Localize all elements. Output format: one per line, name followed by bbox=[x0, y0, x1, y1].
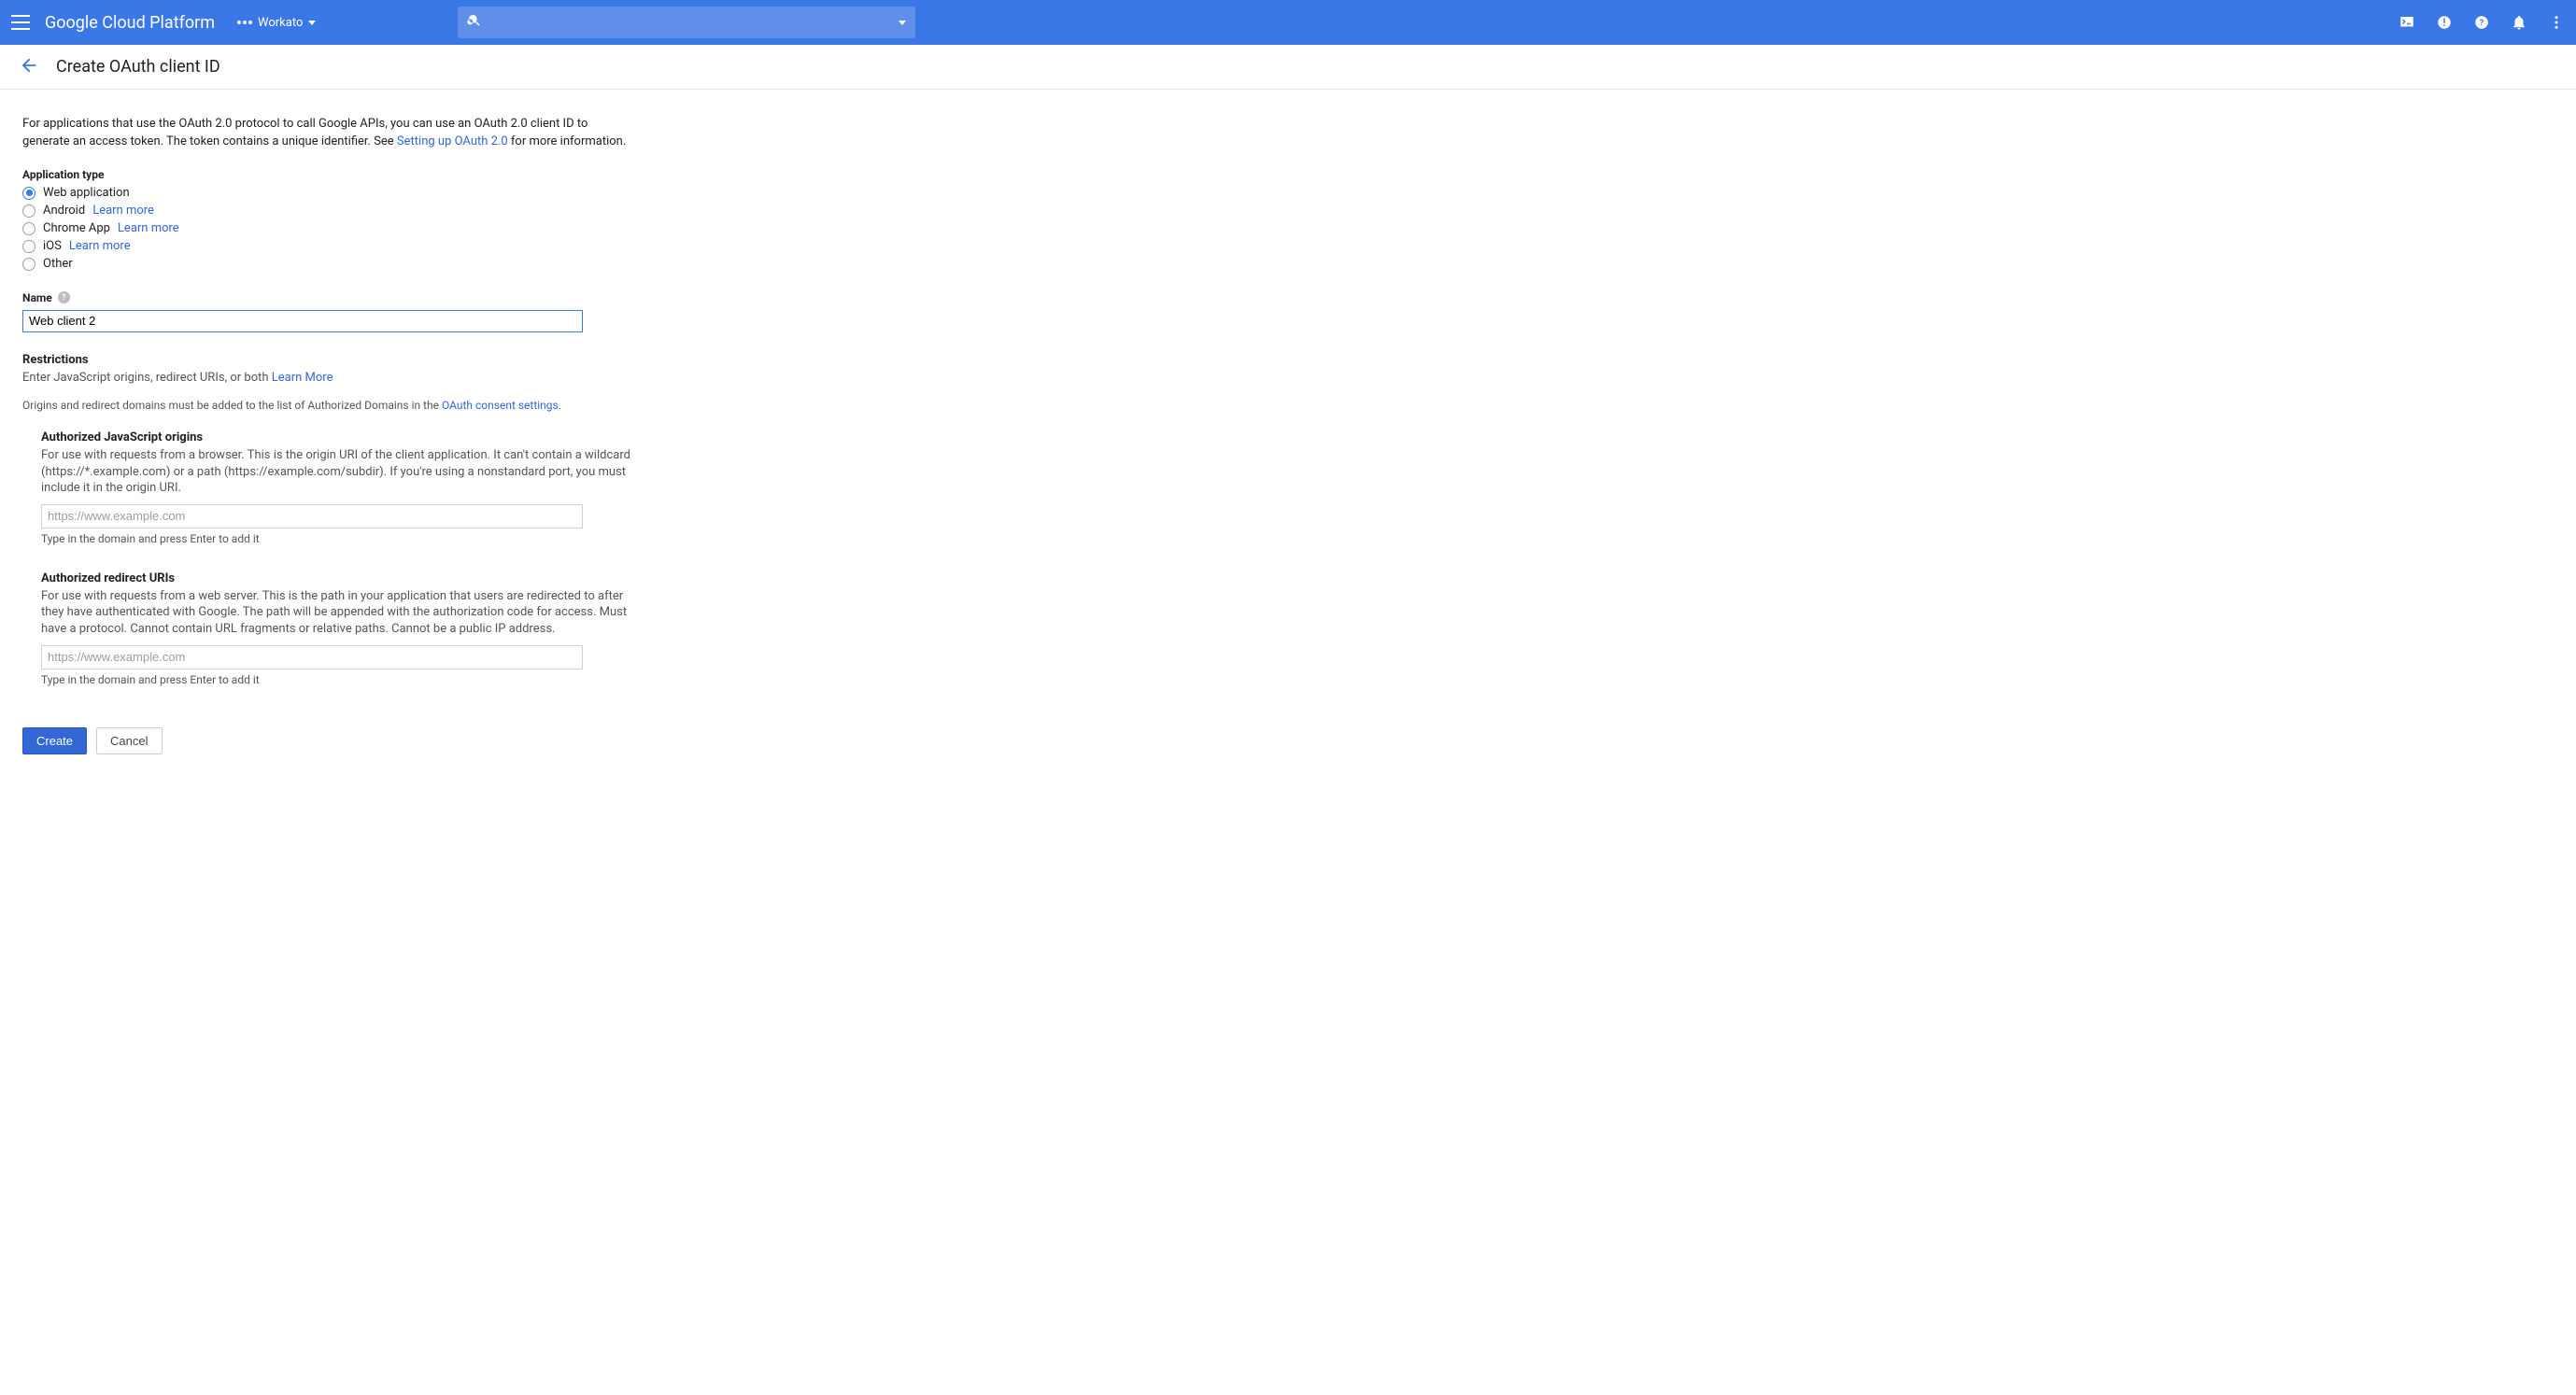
name-label-row: Name ? bbox=[22, 291, 631, 304]
radio-label: Web application bbox=[43, 185, 130, 202]
project-icon bbox=[237, 21, 252, 24]
radio-label: Other bbox=[43, 256, 73, 273]
redirect-uris-heading: Authorized redirect URIs bbox=[41, 571, 631, 585]
js-origins-section: Authorized JavaScript origins For use wi… bbox=[41, 430, 631, 545]
redirect-uris-input[interactable] bbox=[41, 645, 583, 669]
learn-more-android[interactable]: Learn more bbox=[92, 203, 154, 219]
create-button[interactable]: Create bbox=[22, 727, 87, 754]
menu-icon[interactable] bbox=[11, 15, 30, 30]
application-type-label: Application type bbox=[22, 168, 631, 181]
radio-label: iOS bbox=[43, 238, 62, 255]
project-name: Workato bbox=[258, 16, 303, 30]
project-picker[interactable]: Workato bbox=[237, 16, 316, 30]
name-label: Name bbox=[22, 291, 52, 304]
page-title: Create OAuth client ID bbox=[56, 57, 220, 77]
cancel-button[interactable]: Cancel bbox=[96, 727, 162, 754]
radio-other[interactable]: Other bbox=[22, 256, 631, 273]
js-origins-heading: Authorized JavaScript origins bbox=[41, 430, 631, 444]
radio-web-application[interactable]: Web application bbox=[22, 185, 631, 202]
application-type-radios: Web application Android Learn more Chrom… bbox=[22, 185, 631, 273]
more-icon[interactable] bbox=[2548, 14, 2565, 31]
radio-ios[interactable]: iOS Learn more bbox=[22, 238, 631, 255]
radio-icon[interactable] bbox=[22, 187, 35, 200]
notifications-icon[interactable] bbox=[2511, 14, 2527, 31]
intro-suffix: for more information. bbox=[508, 134, 627, 148]
radio-label: Android bbox=[43, 203, 85, 219]
restrictions-p2-text: Origins and redirect domains must be add… bbox=[22, 399, 442, 412]
js-origins-desc: For use with requests from a browser. Th… bbox=[41, 447, 631, 497]
chevron-down-icon[interactable] bbox=[899, 21, 906, 25]
content: For applications that use the OAuth 2.0 … bbox=[0, 90, 654, 781]
js-origins-hint: Type in the domain and press Enter to ad… bbox=[41, 532, 631, 545]
page-title-bar: Create OAuth client ID bbox=[0, 45, 2576, 90]
learn-more-ios[interactable]: Learn more bbox=[69, 238, 131, 255]
radio-label: Chrome App bbox=[43, 220, 110, 237]
intro-text: For applications that use the OAuth 2.0 … bbox=[22, 116, 631, 151]
back-arrow-icon[interactable] bbox=[19, 55, 39, 79]
top-right-icons: ? bbox=[2399, 14, 2565, 31]
chevron-down-icon bbox=[308, 21, 316, 25]
js-origins-input[interactable] bbox=[41, 504, 583, 528]
help-tooltip-icon[interactable]: ? bbox=[58, 291, 70, 303]
search-input[interactable] bbox=[489, 15, 891, 30]
restrictions-learn-more[interactable]: Learn More bbox=[272, 371, 333, 385]
radio-chrome-app[interactable]: Chrome App Learn more bbox=[22, 220, 631, 237]
help-icon[interactable]: ? bbox=[2473, 14, 2490, 31]
oauth-consent-link[interactable]: OAuth consent settings bbox=[442, 399, 559, 412]
restrictions-p2-suffix: . bbox=[559, 399, 561, 412]
alert-icon[interactable] bbox=[2436, 14, 2453, 31]
radio-icon[interactable] bbox=[22, 258, 35, 271]
search-icon bbox=[467, 13, 482, 32]
restrictions-p1-text: Enter JavaScript origins, redirect URIs,… bbox=[22, 371, 272, 385]
radio-android[interactable]: Android Learn more bbox=[22, 203, 631, 219]
learn-more-chrome[interactable]: Learn more bbox=[118, 220, 179, 237]
brand-label: Google Cloud Platform bbox=[45, 13, 215, 33]
button-row: Create Cancel bbox=[22, 727, 631, 754]
top-bar: Google Cloud Platform Workato ? bbox=[0, 0, 2576, 45]
restrictions-p2: Origins and redirect domains must be add… bbox=[22, 399, 631, 412]
redirect-uris-section: Authorized redirect URIs For use with re… bbox=[41, 571, 631, 686]
restrictions-heading: Restrictions bbox=[22, 353, 631, 367]
intro-link[interactable]: Setting up OAuth 2.0 bbox=[397, 134, 508, 148]
cloud-shell-icon[interactable] bbox=[2399, 14, 2415, 31]
name-input[interactable] bbox=[22, 310, 583, 332]
redirect-uris-desc: For use with requests from a web server.… bbox=[41, 588, 631, 638]
radio-icon[interactable] bbox=[22, 204, 35, 218]
restrictions-p1: Enter JavaScript origins, redirect URIs,… bbox=[22, 370, 631, 387]
radio-icon[interactable] bbox=[22, 240, 35, 253]
search-bar[interactable] bbox=[458, 7, 915, 38]
svg-text:?: ? bbox=[2480, 19, 2484, 28]
redirect-uris-hint: Type in the domain and press Enter to ad… bbox=[41, 673, 631, 686]
radio-icon[interactable] bbox=[22, 222, 35, 235]
